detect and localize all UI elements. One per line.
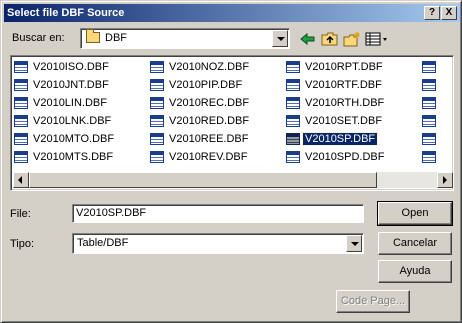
back-icon[interactable]: [299, 31, 317, 47]
file-name: V2010RPT.DBF: [305, 61, 383, 73]
file-name: V2010PIP.DBF: [169, 79, 243, 91]
file-item[interactable]: V2010PIP.DBF: [150, 77, 244, 93]
file-dialog: Select file DBF Source ? X Buscar en: DB…: [0, 0, 462, 323]
dbf-file-icon[interactable]: [422, 79, 436, 91]
filetype-dropdown-arrow[interactable]: [346, 235, 362, 252]
filename-input[interactable]: V2010SP.DBF: [72, 204, 364, 223]
file-item[interactable]: V2010RTH.DBF: [286, 95, 386, 111]
filetype-value: Table/DBF: [77, 237, 129, 249]
new-folder-icon[interactable]: [343, 31, 361, 47]
file-item[interactable]: V2010REE.DBF: [150, 131, 250, 147]
file-name: V2010SPD.DBF: [305, 151, 385, 163]
lookin-combo[interactable]: DBF: [80, 28, 290, 49]
lookin-dropdown-arrow[interactable]: [272, 30, 288, 47]
dbf-file-icon[interactable]: [422, 133, 436, 145]
help-title-button[interactable]: ?: [424, 6, 440, 20]
filetype-label: Tipo:: [10, 238, 35, 250]
file-item[interactable]: V2010SPD.DBF: [286, 149, 386, 165]
dbf-file-icon: [286, 79, 300, 91]
file-name: V2010SET.DBF: [305, 115, 383, 127]
folder-icon: [86, 29, 100, 43]
lookin-value: DBF: [105, 32, 127, 44]
file-name: V2010ISO.DBF: [33, 61, 109, 73]
file-item[interactable]: V2010RED.DBF: [150, 113, 251, 129]
dbf-file-icon: [14, 97, 28, 109]
file-name: V2010REV.DBF: [169, 151, 248, 163]
file-item[interactable]: V2010NOZ.DBF: [150, 59, 251, 75]
file-name: V2010REC.DBF: [169, 97, 250, 109]
file-item[interactable]: V2010JNT.DBF: [14, 77, 111, 93]
file-item[interactable]: V2010RPT.DBF: [286, 59, 385, 75]
file-list[interactable]: V2010ISO.DBF V2010JNT.DBF V2010LIN.DBF V201…: [10, 55, 454, 191]
file-item[interactable]: V2010SET.DBF: [286, 113, 384, 129]
up-folder-icon[interactable]: [321, 31, 339, 47]
dbf-file-icon[interactable]: [422, 97, 436, 109]
dbf-file-icon: [286, 151, 300, 163]
dbf-file-icon: [150, 115, 164, 127]
file-name: V2010JNT.DBF: [33, 79, 109, 91]
horizontal-scrollbar[interactable]: [13, 172, 453, 188]
cancel-button[interactable]: Cancelar: [378, 232, 452, 255]
code-page-button[interactable]: Code Page...: [336, 290, 410, 313]
file-item[interactable]: V2010RTF.DBF: [286, 77, 384, 93]
file-item[interactable]: V2010MTS.DBF: [14, 149, 115, 165]
filetype-select[interactable]: Table/DBF: [72, 233, 364, 254]
dbf-file-icon[interactable]: [422, 115, 436, 127]
file-name: V2010RED.DBF: [169, 115, 250, 127]
dbf-file-icon[interactable]: [422, 151, 436, 163]
dbf-file-icon: [14, 79, 28, 91]
dbf-file-icon: [150, 133, 164, 145]
file-item[interactable]: V2010LNK.DBF: [14, 113, 113, 129]
view-menu-icon[interactable]: [365, 31, 389, 47]
file-item[interactable]: V2010MTO.DBF: [14, 131, 116, 147]
help-button[interactable]: Ayuda: [378, 260, 452, 283]
dbf-file-icon: [286, 97, 300, 109]
file-name: V2010RTF.DBF: [305, 79, 382, 91]
dbf-file-icon: [14, 115, 28, 127]
lookin-label: Buscar en:: [12, 32, 65, 44]
file-name: V2010LNK.DBF: [33, 115, 112, 127]
close-button[interactable]: X: [441, 6, 457, 20]
file-name: V2010RTH.DBF: [305, 97, 385, 109]
file-name: V2010SP.DBF: [301, 132, 379, 146]
dbf-file-icon[interactable]: [422, 61, 436, 73]
dbf-file-icon: [150, 61, 164, 73]
scroll-left-button[interactable]: [13, 172, 29, 188]
scroll-right-button[interactable]: [437, 172, 453, 188]
dbf-file-icon: [14, 151, 28, 163]
file-name: V2010LIN.DBF: [33, 97, 107, 109]
dbf-file-icon: [286, 133, 300, 145]
file-item[interactable]: V2010SP.DBF: [286, 131, 379, 147]
file-item[interactable]: V2010LIN.DBF: [14, 95, 109, 111]
filename-label: File:: [10, 208, 31, 220]
file-item[interactable]: V2010REC.DBF: [150, 95, 251, 111]
dbf-file-icon: [14, 133, 28, 145]
file-name: V2010MTS.DBF: [33, 151, 114, 163]
dbf-file-icon: [286, 115, 300, 127]
file-name: V2010REE.DBF: [169, 133, 249, 145]
dbf-file-icon: [150, 151, 164, 163]
file-item[interactable]: V2010REV.DBF: [150, 149, 249, 165]
dbf-file-icon: [14, 61, 28, 73]
dbf-file-icon: [150, 97, 164, 109]
file-name: V2010MTO.DBF: [33, 133, 115, 145]
dbf-file-icon: [150, 79, 164, 91]
scroll-thumb[interactable]: [29, 172, 377, 188]
title-bar[interactable]: Select file DBF Source ? X: [4, 4, 460, 22]
file-item[interactable]: V2010ISO.DBF: [14, 59, 111, 75]
open-button[interactable]: Open: [377, 201, 453, 226]
file-name: V2010NOZ.DBF: [169, 61, 250, 73]
dbf-file-icon: [286, 61, 300, 73]
window-title: Select file DBF Source: [7, 7, 125, 19]
